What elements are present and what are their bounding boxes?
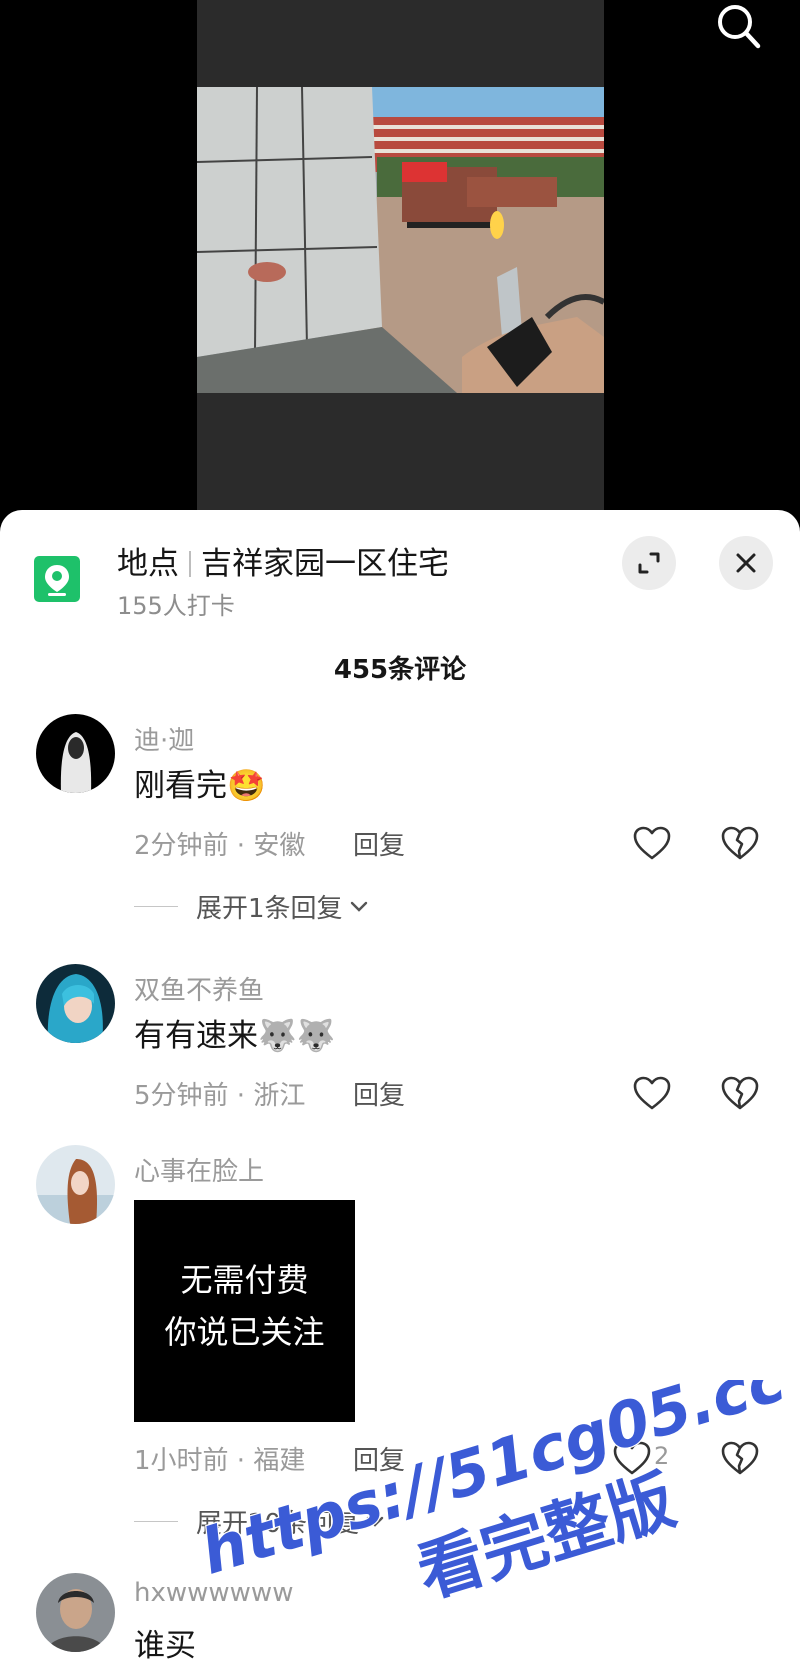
dislike-button[interactable] [720, 1075, 760, 1111]
comment-text: 刚看完🤩 [134, 768, 266, 804]
expand-replies-label: 展开20条回复 [196, 1509, 360, 1539]
like-button[interactable] [632, 1075, 672, 1111]
location-bar[interactable]: 地点 吉祥家园一区住宅 155人打卡 [0, 510, 800, 620]
avatar[interactable] [36, 714, 115, 793]
chevron-down-icon [366, 1516, 384, 1527]
like-button[interactable] [632, 825, 672, 861]
comment-author[interactable]: 双鱼不养鱼 [134, 970, 264, 1007]
comment-image-line: 无需付费 [180, 1261, 309, 1299]
checkin-count: 155人打卡 [117, 592, 235, 620]
heart-icon [633, 1076, 671, 1110]
location-title[interactable]: 地点 吉祥家园一区住宅 [117, 538, 449, 583]
comment-item: 迪·迦 刚看完🤩 2分钟前 · 安徽 回复 展开1条回复 [0, 710, 800, 950]
search-button[interactable] [708, 0, 768, 56]
comment-count-title: 455条评论 [333, 655, 467, 685]
like-count: 2 [654, 1442, 670, 1470]
search-icon [718, 5, 761, 49]
expand-divider [134, 906, 178, 907]
broken-heart-icon [721, 1076, 759, 1110]
video-frame [197, 87, 604, 393]
heart-icon [633, 826, 671, 860]
expand-divider [134, 1521, 178, 1522]
video-thumbnail-image [197, 87, 604, 393]
heart-icon [613, 1441, 651, 1475]
reply-button[interactable]: 回复 [353, 1440, 405, 1477]
dislike-button[interactable] [720, 1440, 760, 1476]
expand-replies-link[interactable]: 展开20条回复 [134, 1503, 385, 1540]
expand-replies-link[interactable]: 展开1条回复 [134, 888, 369, 925]
comment-item: 双鱼不养鱼 有有速来🐺🐺 5分钟前 · 浙江 回复 [0, 960, 800, 1130]
expand-button[interactable] [622, 536, 676, 590]
close-button[interactable] [719, 536, 773, 590]
comments-sheet: 地点 吉祥家园一区住宅 155人打卡 455条评论 迪·迦 刚看完🤩 2分钟前 … [0, 510, 800, 1673]
video-player[interactable] [0, 0, 800, 520]
comment-item: 心事在脸上 无需付费 你说已关注 1小时前 · 福建 回复 2 展开20条回复 [0, 1145, 800, 1565]
broken-heart-icon [721, 826, 759, 860]
expand-icon [638, 552, 660, 574]
reply-button[interactable]: 回复 [353, 1075, 405, 1112]
comment-meta: 2分钟前 · 安徽 [134, 831, 306, 861]
comment-image[interactable]: 无需付费 你说已关注 [134, 1200, 355, 1422]
location-pin-icon [34, 556, 80, 602]
location-name: 吉祥家园一区住宅 [201, 546, 449, 582]
location-label: 地点 [117, 546, 179, 582]
comment-author[interactable]: 迪·迦 [134, 720, 194, 757]
avatar[interactable] [36, 1573, 115, 1652]
expand-replies-label: 展开1条回复 [196, 894, 343, 924]
reply-button[interactable]: 回复 [353, 825, 405, 862]
avatar[interactable] [36, 1145, 115, 1224]
comment-meta: 1小时前 · 福建 [134, 1446, 306, 1476]
comment-text: 谁买 [134, 1628, 196, 1664]
chevron-down-icon [350, 901, 367, 912]
close-icon [736, 553, 756, 573]
comment-author[interactable]: 心事在脸上 [134, 1151, 264, 1188]
avatar[interactable] [36, 964, 115, 1043]
like-button[interactable] [612, 1440, 652, 1476]
broken-heart-icon [721, 1441, 759, 1475]
title-divider [189, 551, 191, 577]
comment-text: 有有速来🐺🐺 [134, 1018, 336, 1054]
dislike-button[interactable] [720, 825, 760, 861]
comment-meta: 5分钟前 · 浙江 [134, 1081, 306, 1111]
comment-item: hxwwwwww 谁买 [0, 1570, 800, 1673]
comment-author[interactable]: hxwwwwww [134, 1578, 293, 1608]
comment-image-line: 你说已关注 [164, 1313, 325, 1351]
